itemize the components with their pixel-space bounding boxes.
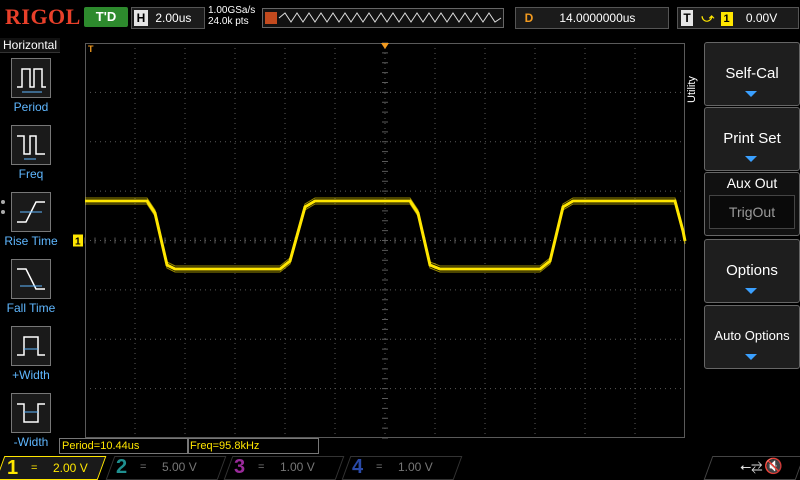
- rise-time-icon: [11, 192, 51, 232]
- measure-period-item[interactable]: Period: [0, 58, 62, 122]
- rise-time-label: Rise Time: [4, 234, 58, 248]
- acquisition-info: 1.00GSa/s 24.0k pts: [208, 5, 255, 27]
- trigger-source: 1: [720, 12, 733, 26]
- channel-2-number: 2: [116, 456, 128, 478]
- measure-negative-width-item[interactable]: -Width: [0, 393, 62, 457]
- dc-coupling-icon: =: [258, 461, 265, 473]
- dc-coupling-icon: =: [31, 462, 38, 474]
- delay-label: D: [524, 11, 534, 25]
- positive-width-icon: [11, 326, 51, 366]
- channel-4-number: 4: [352, 456, 364, 478]
- right-menu-title: Utility: [686, 76, 698, 104]
- channel-1-ground-label: 1: [75, 237, 81, 248]
- trigger-status-badge: T'D: [84, 7, 128, 27]
- channel-2-button[interactable]: 2 = 5.00 V: [105, 456, 227, 480]
- dc-coupling-icon: =: [140, 461, 147, 473]
- channel-1-number: 1: [7, 457, 19, 479]
- chevron-down-icon: [745, 354, 757, 360]
- positive-width-label: +Width: [12, 368, 50, 382]
- aux-out-button[interactable]: Aux Out TrigOut: [704, 172, 800, 236]
- measure-positive-width-item[interactable]: +Width: [0, 326, 62, 390]
- measurement-period: Period=10.44us: [59, 438, 189, 454]
- dc-coupling-icon: =: [376, 461, 383, 473]
- rising-edge-icon: ⤻: [701, 11, 715, 25]
- aux-out-value: TrigOut: [709, 195, 795, 229]
- negative-width-label: -Width: [13, 435, 49, 449]
- memory-depth: 24.0k pts: [208, 16, 249, 27]
- self-cal-label: Self-Cal: [725, 65, 779, 82]
- period-icon: [11, 58, 51, 98]
- channel-1-button[interactable]: 1 = 2.00 V: [0, 456, 107, 480]
- brand-logo: RIGOL: [5, 4, 81, 29]
- freq-label: Freq: [18, 167, 44, 181]
- channel-4-scale: 1.00 V: [398, 460, 433, 474]
- chevron-down-icon: [745, 156, 757, 162]
- sample-rate: 1.00GSa/s: [208, 5, 256, 16]
- negative-width-icon: [11, 393, 51, 433]
- measure-frequency-item[interactable]: Freq: [0, 125, 62, 189]
- aux-out-label: Aux Out: [726, 175, 778, 191]
- usb-icon: ⭠⇄: [740, 458, 763, 474]
- speaker-muted-icon[interactable]: 🔇: [764, 457, 783, 475]
- channel-bar: 1 = 2.00 V 2 = 5.00 V 3 = 1.00 V 4 = 1.0…: [0, 454, 800, 480]
- trigger-display[interactable]: T ⤻ 1 0.00V: [677, 7, 799, 29]
- options-button[interactable]: Options: [704, 239, 800, 303]
- chevron-down-icon: [745, 91, 757, 97]
- delay-value: 14.0000000us: [559, 11, 636, 25]
- channel-3-scale: 1.00 V: [280, 460, 315, 474]
- measure-rise-time-item[interactable]: Rise Time: [0, 192, 62, 256]
- graticule: T1: [73, 42, 687, 439]
- measure-menu: Horizontal Period Freq Rise Time Fall Ti…: [0, 36, 62, 454]
- period-label: Period: [13, 100, 49, 114]
- print-set-label: Print Set: [723, 130, 781, 147]
- chevron-down-icon: [745, 288, 757, 294]
- auto-options-label: Auto Options: [714, 328, 790, 343]
- trigger-level-marker: T: [88, 44, 94, 54]
- trigger-position-marker: [381, 43, 389, 49]
- fall-time-icon: [11, 259, 51, 299]
- channel-3-button[interactable]: 3 = 1.00 V: [223, 456, 345, 480]
- horizontal-timebase[interactable]: H 2.00us: [131, 7, 205, 29]
- menu-title: Horizontal: [0, 38, 60, 53]
- channel-3-number: 3: [234, 456, 246, 478]
- auto-options-button[interactable]: Auto Options: [704, 305, 800, 369]
- frequency-icon: [11, 125, 51, 165]
- self-cal-button[interactable]: Self-Cal: [704, 42, 800, 106]
- trigger-label: T: [681, 10, 693, 26]
- timebase-value: 2.00us: [155, 11, 192, 25]
- memory-waveform-preview: [265, 12, 502, 24]
- channel-1-scale: 2.00 V: [53, 461, 88, 475]
- measure-fall-time-item[interactable]: Fall Time: [0, 259, 62, 323]
- options-label: Options: [726, 262, 778, 279]
- delay-display[interactable]: D 14.0000000us: [515, 7, 669, 29]
- top-status-bar: RIGOL T'D H 2.00us 1.00GSa/s 24.0k pts D…: [0, 0, 800, 34]
- memory-position-map: [262, 8, 504, 28]
- channel-4-button[interactable]: 4 = 1.00 V: [341, 456, 463, 480]
- trigger-level: 0.00V: [745, 11, 778, 25]
- measurement-frequency: Freq=95.8kHz: [187, 438, 319, 454]
- horizontal-label: H: [134, 10, 148, 26]
- channel-2-scale: 5.00 V: [162, 460, 197, 474]
- fall-time-label: Fall Time: [6, 301, 56, 315]
- waveform-display[interactable]: T1: [73, 42, 687, 439]
- print-set-button[interactable]: Print Set: [704, 107, 800, 171]
